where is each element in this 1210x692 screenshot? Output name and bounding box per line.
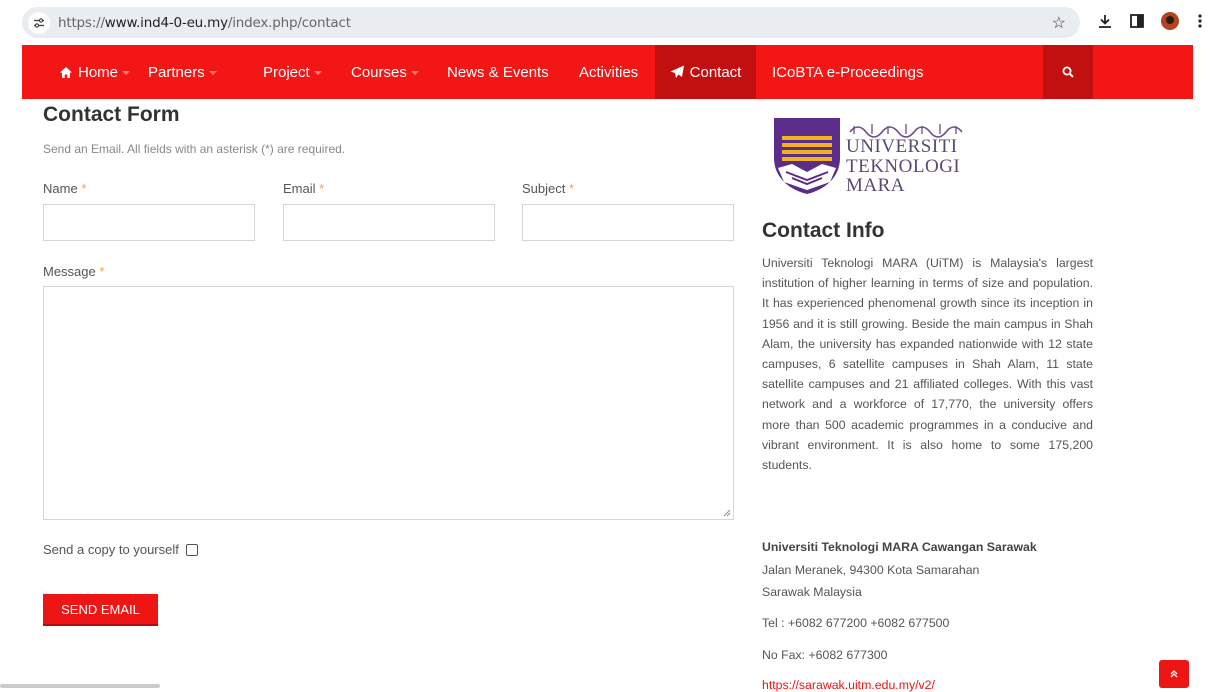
contact-info-text: Universiti Teknologi MARA (UiTM) is Mala… [762,256,1093,473]
send-copy-row: Send a copy to yourself [43,542,198,557]
site-info-icon[interactable] [28,11,50,34]
logo-line-2: TEKNOLOGI [846,156,961,177]
url-path: /index.php/contact [227,14,351,31]
label-text: Name [43,181,78,196]
chevron-down-icon [313,71,322,75]
back-to-top-button[interactable] [1159,660,1189,688]
nav-search-button[interactable] [1043,45,1093,99]
required-marker: * [319,181,325,196]
form-subtitle: Send an Email. All fields with an asteri… [43,142,346,156]
form-title: Contact Form [43,103,180,126]
url-scheme: https:// [58,14,105,31]
more-menu-icon[interactable] [1190,11,1210,31]
nav-item-icobta[interactable]: ICoBTA e-Proceedings [772,45,923,99]
chevron-down-icon [208,71,217,75]
required-marker: * [99,264,105,279]
nav-label: Project [263,63,310,81]
nav-label: Partners [148,63,205,81]
telephone: Tel : +6082 677200 +6082 677500 [762,616,950,630]
email-label: Email * [283,181,324,196]
uitm-emblem-icon [774,118,840,194]
address-line-2: Sarawak Malaysia [762,585,862,599]
nav-item-courses[interactable]: Courses [351,45,419,99]
send-email-button[interactable]: SEND EMAIL [43,594,158,624]
nav-label: ICoBTA e-Proceedings [772,63,924,81]
send-copy-checkbox[interactable] [185,543,198,556]
name-field[interactable] [43,204,255,241]
address-name: Universiti Teknologi MARA Cawangan Saraw… [762,540,1037,554]
nav-label: Home [78,63,119,81]
home-icon [60,66,72,78]
address-line-1: Jalan Meranek, 94300 Kota Samarahan [762,563,980,577]
fax: No Fax: +6082 677300 [762,648,888,662]
nav-item-project[interactable]: Project [263,45,322,99]
main-nav: Home Partners Project Courses News & Eve… [22,45,1193,99]
address-bar[interactable]: https://www.ind4-0-eu.my/index.php/conta… [22,7,1080,38]
subject-field[interactable] [522,204,734,241]
nav-item-partners[interactable]: Partners [148,45,217,99]
chevron-down-icon [122,71,131,75]
browser-toolbar: https://www.ind4-0-eu.my/index.php/conta… [0,0,1210,44]
download-icon[interactable] [1095,11,1115,31]
search-icon [1062,66,1074,78]
nav-item-contact[interactable]: Contact [655,45,756,99]
logo-line-1: UNIVERSITI [846,136,958,157]
nav-label: Contact [689,63,742,81]
send-copy-label: Send a copy to yourself [43,542,179,557]
url-host: www.ind4-0-eu.my [104,14,228,31]
logo-line-3: MARA [846,175,906,196]
profile-avatar[interactable] [1160,11,1180,31]
double-chevron-up-icon [1170,670,1178,678]
nav-item-news-events[interactable]: News & Events [447,45,549,99]
message-field[interactable] [43,286,734,520]
required-marker: * [81,181,87,196]
nav-item-activities[interactable]: Activities [579,45,638,99]
nav-item-home[interactable]: Home [59,45,131,99]
subject-label: Subject * [522,181,574,196]
side-panel-icon[interactable] [1127,11,1147,31]
name-label: Name * [43,181,86,196]
scroll-indicator [0,684,160,688]
label-text: Message [43,264,96,279]
paper-plane-icon [670,65,684,78]
chevron-down-icon [410,71,419,75]
email-field[interactable] [283,204,495,241]
url-text[interactable]: https://www.ind4-0-eu.my/index.php/conta… [58,15,351,31]
required-marker: * [569,181,575,196]
website-link[interactable]: https://sarawak.uitm.edu.my/v2/ [762,678,935,692]
label-text: Email [283,181,316,196]
contact-info-title: Contact Info [762,219,885,242]
label-text: Subject [522,181,566,196]
nav-label: Courses [351,63,407,81]
bookmark-star-icon[interactable]: ☆ [1052,13,1066,33]
message-label: Message * [43,264,104,279]
nav-label: News & Events [447,63,549,81]
resize-handle-icon[interactable] [723,509,731,517]
nav-label: Activities [579,63,639,81]
